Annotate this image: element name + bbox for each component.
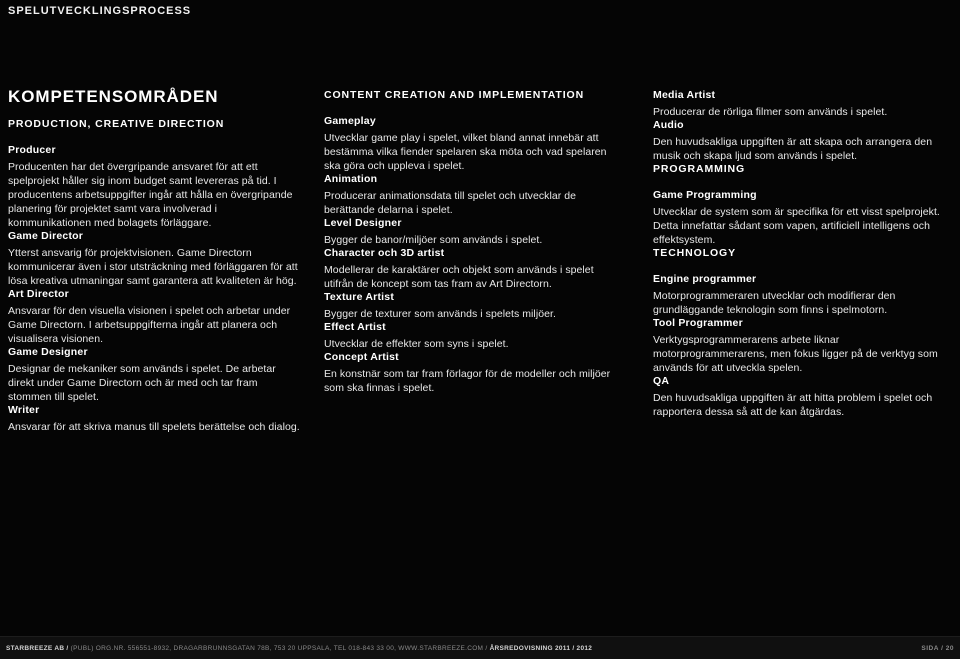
role-title: Media Artist bbox=[653, 89, 716, 101]
entry-level-designer: Level Designer Bygger de banor/miljöer s… bbox=[324, 217, 624, 247]
entry-concept-artist: Concept Artist En konstnär som tar fram … bbox=[324, 351, 624, 395]
footer-company-info: STARBREEZE AB / (PUBL) ORG.NR. 556551-89… bbox=[6, 645, 592, 652]
role-description: Verktygsprogrammerarens arbete liknar mo… bbox=[653, 334, 938, 374]
role-title: Game Programming bbox=[653, 189, 757, 201]
category-heading-programming: PROGRAMMING bbox=[653, 163, 746, 175]
column-production-creative-direction: PRODUCTION, CREATIVE DIRECTION Producer … bbox=[8, 118, 300, 434]
column-content-creation: CONTENT CREATION AND IMPLEMENTATION Game… bbox=[324, 89, 624, 395]
role-title: Gameplay bbox=[324, 115, 376, 127]
footer-company-details: (PUBL) ORG.NR. 556551-8932, DRAGARBRUNNS… bbox=[70, 644, 488, 652]
role-title: Producer bbox=[8, 144, 56, 156]
entry-animation: Animation Producerar animationsdata till… bbox=[324, 173, 624, 217]
category-heading-technology: TECHNOLOGY bbox=[653, 247, 737, 259]
role-title: Game Director bbox=[8, 230, 84, 242]
page-canvas: SPELUTVECKLINGSPROCESS KOMPETENSOMRÅDEN … bbox=[0, 0, 960, 659]
role-title: Engine programmer bbox=[653, 273, 757, 285]
entry-game-programming: Game Programming Utvecklar de system som… bbox=[653, 189, 953, 247]
entry-media-artist: Media Artist Producerar de rörliga filme… bbox=[653, 89, 953, 119]
page-footer: STARBREEZE AB / (PUBL) ORG.NR. 556551-89… bbox=[0, 636, 960, 659]
entry-qa: QA Den huvudsakliga uppgiften är att hit… bbox=[653, 375, 953, 419]
category-heading-production: PRODUCTION, CREATIVE DIRECTION bbox=[8, 118, 225, 130]
entry-art-director: Art Director Ansvarar för den visuella v… bbox=[8, 288, 300, 346]
role-description: Utvecklar game play i spelet, vilket bla… bbox=[324, 132, 607, 172]
entry-audio: Audio Den huvudsakliga uppgiften är att … bbox=[653, 119, 953, 163]
role-description: Ansvarar för att skriva manus till spele… bbox=[8, 421, 300, 433]
role-description: Producerar de rörliga filmer som används… bbox=[653, 106, 888, 118]
category-heading-content-creation: CONTENT CREATION AND IMPLEMENTATION bbox=[324, 89, 585, 101]
role-title: Art Director bbox=[8, 288, 69, 300]
role-title: Level Designer bbox=[324, 217, 402, 229]
role-description: Den huvudsakliga uppgiften är att hitta … bbox=[653, 392, 933, 418]
entry-game-director: Game Director Ytterst ansvarig för proje… bbox=[8, 230, 300, 288]
role-title: Effect Artist bbox=[324, 321, 386, 333]
role-title: Texture Artist bbox=[324, 291, 395, 303]
role-description: En konstnär som tar fram förlagor för de… bbox=[324, 368, 611, 394]
role-title: QA bbox=[653, 375, 670, 387]
entry-engine-programmer: Engine programmer Motorprogrammeraren ut… bbox=[653, 273, 953, 317]
role-title: Game Designer bbox=[8, 346, 88, 358]
entry-character-3d-artist: Character och 3D artist Modellerar de ka… bbox=[324, 247, 624, 291]
footer-company-name: STARBREEZE AB / bbox=[6, 644, 69, 652]
role-title: Writer bbox=[8, 404, 40, 416]
role-description: Motorprogrammeraren utvecklar och modifi… bbox=[653, 290, 896, 316]
role-title: Animation bbox=[324, 173, 378, 185]
role-description: Producerar animationsdata till spelet oc… bbox=[324, 190, 577, 216]
role-description: Bygger de texturer som används i spelets… bbox=[324, 308, 556, 320]
entry-game-designer: Game Designer Designar de mekaniker som … bbox=[8, 346, 300, 404]
role-description: Utvecklar de system som är specifika för… bbox=[653, 206, 940, 246]
role-description: Utvecklar de effekter som syns i spelet. bbox=[324, 338, 509, 350]
role-title: Tool Programmer bbox=[653, 317, 743, 329]
role-description: Ytterst ansvarig för projektvisionen. Ga… bbox=[8, 247, 298, 287]
entry-texture-artist: Texture Artist Bygger de texturer som an… bbox=[324, 291, 624, 321]
role-description: Producenten har det övergripande ansvare… bbox=[8, 161, 293, 229]
page-title: KOMPETENSOMRÅDEN bbox=[8, 87, 219, 106]
role-description: Designar de mekaniker som används i spel… bbox=[8, 363, 276, 403]
role-description: Bygger de banor/miljöer som används i sp… bbox=[324, 234, 543, 246]
role-title: Concept Artist bbox=[324, 351, 399, 363]
entry-producer: Producer Producenten har det övergripand… bbox=[8, 144, 300, 230]
role-title: Character och 3D artist bbox=[324, 247, 445, 259]
entry-gameplay: Gameplay Utvecklar game play i spelet, v… bbox=[324, 115, 624, 173]
entry-effect-artist: Effect Artist Utvecklar de effekter som … bbox=[324, 321, 624, 351]
column-programming-technology: Media Artist Producerar de rörliga filme… bbox=[653, 89, 953, 419]
role-title: Audio bbox=[653, 119, 684, 131]
entry-tool-programmer: Tool Programmer Verktygsprogrammerarens … bbox=[653, 317, 953, 375]
role-description: Modellerar de karaktärer och objekt som … bbox=[324, 264, 594, 290]
role-description: Den huvudsakliga uppgiften är att skapa … bbox=[653, 136, 933, 162]
footer-report-title: ÅRSREDOVISNING 2011 / 2012 bbox=[489, 644, 593, 652]
footer-page-number: SIDA / 20 bbox=[921, 644, 954, 652]
running-header-title: SPELUTVECKLINGSPROCESS bbox=[8, 5, 192, 17]
role-description: Ansvarar för den visuella visionen i spe… bbox=[8, 305, 291, 345]
entry-writer: Writer Ansvarar för att skriva manus til… bbox=[8, 404, 300, 434]
